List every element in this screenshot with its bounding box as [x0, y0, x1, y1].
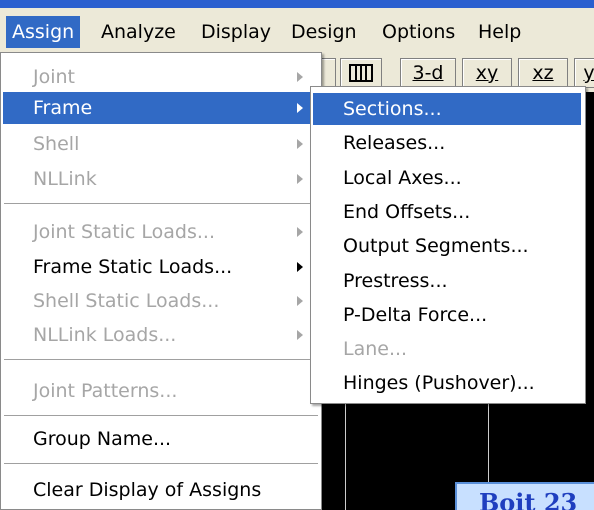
menu-item-joint[interactable]: Joint [3, 61, 317, 93]
grid-line [345, 400, 346, 510]
submenu-arrow-icon [297, 227, 303, 237]
menu-item-clear-display-of-assigns[interactable]: Clear Display of Assigns [3, 474, 317, 506]
submenu-arrow-icon [297, 174, 303, 184]
menu-item-frame-static-loads[interactable]: Frame Static Loads... [3, 251, 317, 283]
menu-separator [4, 359, 318, 361]
submenu-item-end-offsets[interactable]: End Offsets... [313, 196, 581, 228]
view-xy-label: xy [475, 62, 499, 84]
menu-design[interactable]: Design [285, 16, 363, 48]
menu-assign[interactable]: Assign [6, 16, 81, 48]
view-3d-button[interactable]: 3-d [400, 58, 456, 88]
submenu-item-label: Output Segments... [343, 235, 529, 257]
submenu-item-prestress[interactable]: Prestress... [313, 265, 581, 297]
view-xz-label: xz [532, 62, 554, 84]
menu-item-label: NLLink Loads... [33, 324, 177, 346]
menu-item-joint-static-loads[interactable]: Joint Static Loads... [3, 216, 317, 248]
menu-item-nllink[interactable]: NLLink [3, 163, 317, 195]
menu-item-label: Joint Patterns... [33, 380, 178, 402]
frame-view-button[interactable] [340, 58, 382, 88]
submenu-item-label: Releases... [343, 132, 446, 154]
submenu-item-output-segments[interactable]: Output Segments... [313, 230, 581, 262]
assign-menu: Joint Frame Shell NLLink Joint Static Lo… [0, 52, 322, 510]
menu-item-frame[interactable]: Frame [3, 92, 317, 124]
submenu-item-hinges-pushover[interactable]: Hinges (Pushover)... [313, 367, 581, 399]
submenu-arrow-icon [297, 330, 303, 340]
submenu-arrow-icon [297, 103, 303, 113]
background-label-box: Boit 23 [455, 482, 594, 510]
submenu-item-label: Hinges (Pushover)... [343, 372, 535, 394]
menu-item-label: Group Name... [33, 428, 172, 450]
menu-separator [4, 415, 318, 417]
submenu-item-label: Local Axes... [343, 167, 462, 189]
menu-item-label: Joint [33, 66, 75, 88]
menu-item-shell-static-loads[interactable]: Shell Static Loads... [3, 285, 317, 317]
background-label-text: Boit 23 [479, 488, 578, 510]
frame-view-icon [349, 64, 373, 82]
view-xy-button[interactable]: xy [462, 58, 512, 88]
window-title-strip [0, 0, 594, 8]
submenu-item-label: End Offsets... [343, 201, 471, 223]
submenu-arrow-icon [297, 139, 303, 149]
menu-item-label: Frame Static Loads... [33, 256, 233, 278]
view-yz-label: yz [583, 62, 594, 84]
submenu-item-label: Prestress... [343, 270, 448, 292]
menu-separator [4, 203, 318, 205]
menu-item-joint-patterns[interactable]: Joint Patterns... [3, 375, 317, 407]
menu-item-label: NLLink [33, 168, 97, 190]
menu-item-label: Shell Static Loads... [33, 290, 220, 312]
submenu-item-label: Lane... [343, 338, 408, 360]
menu-item-label: Joint Static Loads... [33, 221, 216, 243]
menu-item-shell[interactable]: Shell [3, 128, 317, 160]
submenu-item-label: P-Delta Force... [343, 304, 488, 326]
menu-options[interactable]: Options [376, 16, 461, 48]
submenu-item-lane[interactable]: Lane... [313, 333, 581, 365]
submenu-item-label: Sections... [343, 98, 442, 120]
submenu-item-releases[interactable]: Releases... [313, 127, 581, 159]
view-3d-label: 3-d [412, 62, 444, 84]
submenu-arrow-icon [297, 72, 303, 82]
menu-analyze[interactable]: Analyze [95, 16, 182, 48]
menu-separator [4, 463, 318, 465]
frame-submenu: Sections... Releases... Local Axes... En… [310, 86, 586, 404]
view-yz-button[interactable]: yz [574, 58, 594, 88]
submenu-item-p-delta-force[interactable]: P-Delta Force... [313, 299, 581, 331]
menu-bar: Assign Analyze Display Design Options He… [0, 8, 594, 53]
menu-item-label: Shell [33, 133, 80, 155]
menu-item-group-name[interactable]: Group Name... [3, 423, 317, 455]
submenu-item-local-axes[interactable]: Local Axes... [313, 162, 581, 194]
menu-item-label: Clear Display of Assigns [33, 479, 262, 501]
submenu-item-sections[interactable]: Sections... [313, 93, 581, 125]
menu-help[interactable]: Help [472, 16, 527, 48]
submenu-arrow-icon [297, 296, 303, 306]
submenu-arrow-icon [297, 262, 303, 272]
menu-item-nllink-loads[interactable]: NLLink Loads... [3, 319, 317, 351]
menu-item-label: Frame [33, 97, 93, 119]
menu-display[interactable]: Display [195, 16, 277, 48]
view-xz-button[interactable]: xz [518, 58, 568, 88]
